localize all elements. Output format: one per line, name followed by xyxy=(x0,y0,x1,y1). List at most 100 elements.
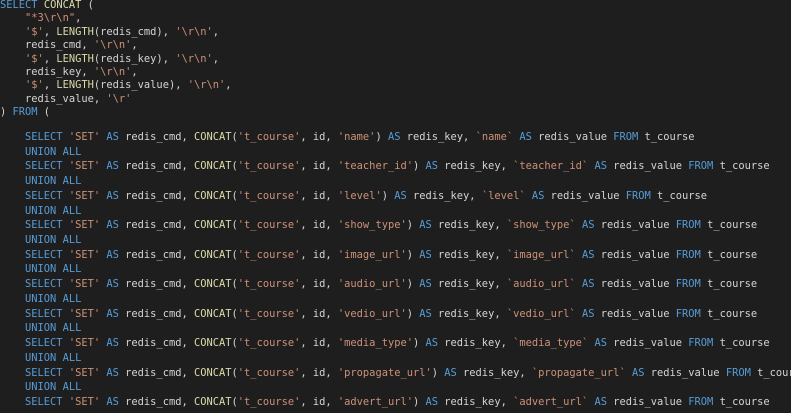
code-token: '\r' xyxy=(106,92,132,105)
code-token: CONCAT xyxy=(193,366,232,379)
code-editor[interactable]: SELECT CONCAT ( "*3\r\n", '$', LENGTH(re… xyxy=(0,0,791,413)
code-token: , xyxy=(131,39,138,52)
code-token: LENGTH xyxy=(56,52,94,65)
code-line: SELECT 'SET' AS redis_cmd, CONCAT('t_cou… xyxy=(0,249,757,261)
code-token: UNION ALL xyxy=(25,204,82,217)
code-token: UNION ALL xyxy=(25,381,82,394)
code-line: "*3\r\n", xyxy=(0,12,81,24)
code-token: 't_course' xyxy=(237,131,301,143)
code-token: ) xyxy=(406,219,420,232)
code-token: '$' xyxy=(25,52,44,65)
code-token: 'propagate_url' xyxy=(337,366,432,379)
code-token: 'SET' xyxy=(68,395,101,408)
code-token: AS xyxy=(425,395,439,408)
code-line: UNION ALL xyxy=(0,234,81,246)
code-token: FROM xyxy=(725,366,751,379)
code-token: '$' xyxy=(25,79,44,92)
code-token: AS xyxy=(106,189,119,202)
code-token: , xyxy=(43,25,57,38)
code-token: redis_cmd, xyxy=(118,278,194,291)
code-token: 'SET' xyxy=(68,219,101,232)
code-token: 't_course' xyxy=(237,160,301,173)
code-token: 'SET' xyxy=(68,278,101,291)
code-token: redis_value xyxy=(594,248,676,261)
code-line: SELECT 'SET' AS redis_cmd, CONCAT('t_cou… xyxy=(0,131,695,143)
code-token: '$' xyxy=(25,25,44,38)
code-token: 'SET' xyxy=(68,189,101,202)
code-token: , id, xyxy=(300,278,338,291)
code-token: 'vedio_url' xyxy=(337,307,407,320)
code-token: redis_cmd, xyxy=(118,131,194,143)
code-token: FROM xyxy=(675,278,701,291)
code-token: CONCAT xyxy=(193,395,232,408)
code-token: redis_cmd, xyxy=(118,248,194,261)
code-token: CONCAT xyxy=(193,248,232,261)
code-line: UNION ALL xyxy=(0,146,81,158)
code-token: redis_key, xyxy=(438,337,514,350)
code-token: 'image_url' xyxy=(337,248,407,261)
code-token: , id, xyxy=(300,219,338,232)
code-token: FROM xyxy=(625,189,651,202)
code-token: SELECT xyxy=(25,278,63,291)
code-token: , xyxy=(212,52,220,65)
code-token: redis_cmd, xyxy=(118,395,194,408)
code-token: FROM xyxy=(688,160,714,173)
code-token: AS xyxy=(419,278,432,291)
code-token: , xyxy=(43,79,57,92)
code-line: redis_value, '\r' xyxy=(0,93,131,105)
code-token: t_course xyxy=(700,278,758,291)
code-token: ) xyxy=(375,131,388,143)
code-token: AS xyxy=(106,248,119,261)
code-token: redis_cmd, xyxy=(118,307,194,320)
code-token: 'name' xyxy=(337,131,376,143)
code-token: t_course xyxy=(700,219,758,232)
code-line: UNION ALL xyxy=(0,293,81,305)
code-line: SELECT 'SET' AS redis_cmd, CONCAT('t_cou… xyxy=(0,367,791,379)
code-token: `name` xyxy=(475,131,514,143)
code-token: UNION ALL xyxy=(25,322,82,335)
code-token: AS xyxy=(631,366,645,379)
code-token: , id, xyxy=(300,395,338,408)
code-token: redis_key, xyxy=(0,66,94,78)
code-token: AS xyxy=(531,189,545,202)
code-token: 'teacher_id' xyxy=(337,160,413,173)
code-token: AS xyxy=(419,307,432,320)
code-token: SELECT xyxy=(25,189,63,202)
code-token: , id, xyxy=(300,307,338,320)
code-token: , id, xyxy=(300,248,338,261)
code-line: UNION ALL xyxy=(0,322,81,334)
code-token: '\r\n' xyxy=(175,25,213,38)
code-token: redis_cmd, xyxy=(118,189,194,202)
code-token: CONCAT xyxy=(193,337,232,350)
code-token: 'audio_url' xyxy=(337,278,407,291)
code-token: 'SET' xyxy=(68,307,101,320)
code-token: , id, xyxy=(300,131,338,143)
code-token: 'SET' xyxy=(68,366,101,379)
code-token: redis_cmd, xyxy=(118,337,194,350)
code-token: redis_key, xyxy=(431,307,507,320)
code-token: 't_course' xyxy=(237,219,301,232)
code-token: (redis_value), xyxy=(93,79,188,92)
code-line: UNION ALL xyxy=(0,381,81,393)
code-token: `audio_url` xyxy=(506,278,576,291)
code-token: SELECT xyxy=(25,337,63,350)
code-token: SELECT xyxy=(25,248,63,261)
code-token: `teacher_id` xyxy=(513,160,589,173)
code-line: SELECT 'SET' AS redis_cmd, CONCAT('t_cou… xyxy=(0,308,757,320)
code-token: redis_key, xyxy=(431,248,507,261)
code-token: UNION ALL xyxy=(25,145,82,158)
code-token: CONCAT xyxy=(193,278,232,291)
code-token: '\r\n' xyxy=(93,66,132,78)
code-token: AS xyxy=(106,395,119,408)
code-token: AS xyxy=(581,248,595,261)
code-token: `image_url` xyxy=(506,248,576,261)
